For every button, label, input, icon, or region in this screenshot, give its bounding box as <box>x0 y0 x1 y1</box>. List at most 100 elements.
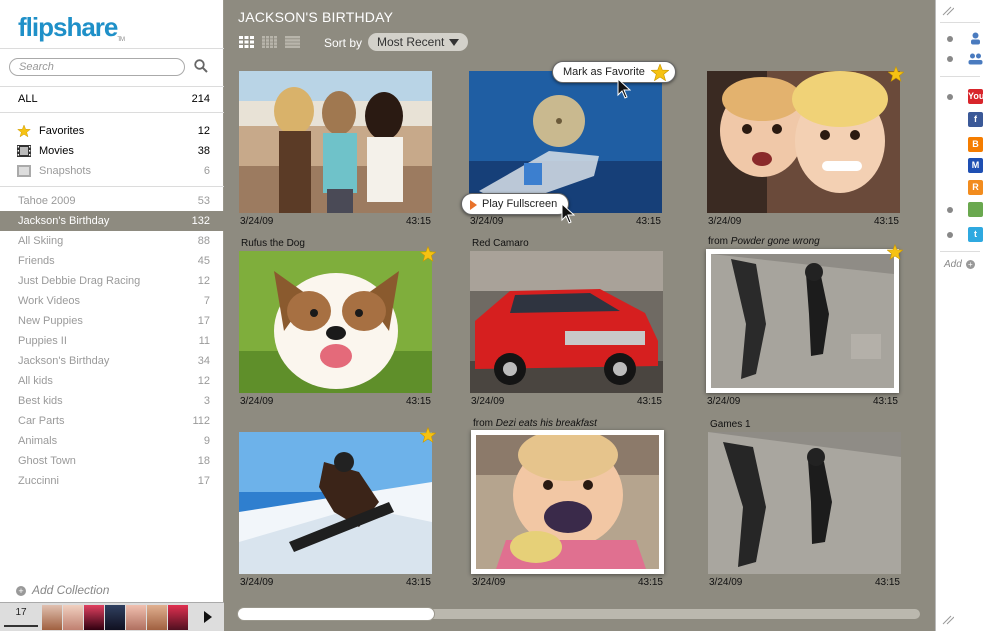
status-dot <box>947 94 953 100</box>
star-icon <box>17 125 31 137</box>
status-dot <box>947 207 953 213</box>
share-service[interactable]: B <box>946 137 983 153</box>
collection-item[interactable]: Ghost Town 18 <box>0 451 224 471</box>
photo-thumbnail[interactable] <box>469 71 662 213</box>
filmstrip-thumb[interactable] <box>147 605 167 630</box>
share-service[interactable]: f <box>946 112 983 128</box>
flipshare-logo: flipshareTM <box>18 12 125 43</box>
filmstrip-thumb[interactable] <box>105 605 125 630</box>
collection-item[interactable]: Zuccinni 17 <box>0 471 224 491</box>
photo-thumbnail[interactable] <box>239 71 432 213</box>
twitter-icon: t <box>968 227 983 242</box>
favorite-star-icon[interactable] <box>420 427 436 443</box>
filmstrip-thumb[interactable] <box>63 605 83 630</box>
photo-thumbnail[interactable] <box>706 249 899 393</box>
collection-item[interactable]: New Puppies 17 <box>0 311 224 331</box>
status-dot <box>947 36 953 42</box>
facebook-icon: f <box>968 112 983 127</box>
resize-grip-icon[interactable] <box>942 615 954 625</box>
collection-item[interactable]: Just Debbie Drag Racing 12 <box>0 271 224 291</box>
mouse-cursor-icon <box>617 78 631 99</box>
snapshot-icon <box>17 165 31 177</box>
share-service[interactable]: t <box>946 227 983 243</box>
search-icon[interactable] <box>193 58 209 74</box>
share-person[interactable] <box>946 31 980 47</box>
filmstrip-thumb[interactable] <box>42 605 62 630</box>
photo-thumbnail[interactable] <box>239 251 432 393</box>
blogger-icon: B <box>968 137 983 152</box>
collection-item[interactable]: Friends 45 <box>0 251 224 271</box>
favorite-star-icon[interactable] <box>887 244 903 260</box>
collection-item[interactable]: All Skiing 88 <box>0 231 224 251</box>
rss-icon: R <box>968 180 983 195</box>
divider <box>940 22 980 23</box>
library-all[interactable]: ALL 214 <box>0 89 224 109</box>
photo-thumbnail[interactable] <box>707 71 900 213</box>
favorite-star-icon[interactable] <box>888 66 904 82</box>
status-dot <box>947 56 953 62</box>
play-icon <box>470 200 477 210</box>
divider <box>940 251 980 252</box>
library-snapshots[interactable]: Snapshots 6 <box>0 161 224 181</box>
youtube-icon: You <box>968 89 983 104</box>
resize-grip-icon[interactable] <box>942 6 954 16</box>
myspace-icon: M <box>968 158 983 173</box>
favorite-star-icon[interactable] <box>420 246 436 262</box>
collection-item[interactable]: Jackson's Birthday 132 <box>0 211 224 231</box>
scrollbar-thumb[interactable] <box>237 607 435 621</box>
divider <box>0 86 224 87</box>
share-service[interactable]: R <box>946 180 983 196</box>
collection-item[interactable]: Best kids 3 <box>0 391 224 411</box>
collection-item[interactable]: Car Parts 112 <box>0 411 224 431</box>
group-icon <box>968 53 983 65</box>
collection-item[interactable]: Work Videos 7 <box>0 291 224 311</box>
photo-share-icon <box>968 202 983 217</box>
star-icon <box>651 64 669 81</box>
share-service[interactable]: M <box>946 158 983 174</box>
filmstrip-count[interactable]: 17 <box>4 607 38 627</box>
status-dot <box>947 232 953 238</box>
collection-item[interactable]: Puppies II 11 <box>0 331 224 351</box>
filmstrip: 17 <box>0 602 224 631</box>
person-icon <box>971 32 980 45</box>
sort-dropdown[interactable]: Most Recent <box>368 33 468 51</box>
filmstrip-thumb[interactable] <box>84 605 104 630</box>
plus-icon: + <box>16 586 26 596</box>
filmstrip-thumb[interactable] <box>168 605 188 630</box>
chevron-down-icon <box>449 39 459 46</box>
share-group[interactable] <box>946 51 983 67</box>
share-service[interactable]: You <box>946 89 983 105</box>
list-view-icon[interactable] <box>285 36 300 48</box>
library-favorites[interactable]: Favorites 12 <box>0 121 224 141</box>
share-service[interactable] <box>946 202 983 218</box>
add-share-button[interactable]: Add + <box>944 259 975 270</box>
page-title: JACKSON'S BIRTHDAY <box>238 9 394 25</box>
film-icon <box>17 145 31 157</box>
grid-large-icon[interactable] <box>239 36 254 48</box>
sidebar: flipshareTM Search ALL 214 Favorites 12 … <box>0 0 224 631</box>
search-input[interactable]: Search <box>9 58 185 76</box>
add-collection-button[interactable]: + Add Collection <box>16 583 109 597</box>
collection-item[interactable]: Tahoe 2009 53 <box>0 191 224 211</box>
collection-item[interactable]: All kids 12 <box>0 371 224 391</box>
mouse-cursor-icon <box>561 203 575 224</box>
sort-label: Sort by <box>324 36 363 50</box>
mark-as-favorite-tooltip[interactable]: Mark as Favorite <box>552 61 676 83</box>
photo-thumbnail[interactable] <box>470 251 663 393</box>
main-content: JACKSON'S BIRTHDAY Sort by Most Recent 3… <box>225 0 935 631</box>
play-fullscreen-tooltip[interactable]: Play Fullscreen <box>461 193 569 215</box>
filmstrip-thumb[interactable] <box>126 605 146 630</box>
divider <box>940 76 980 77</box>
grid-small-icon[interactable] <box>262 36 277 48</box>
collection-item[interactable]: Animals 9 <box>0 431 224 451</box>
photo-thumbnail[interactable] <box>239 432 432 574</box>
plus-icon: + <box>965 260 975 269</box>
photo-thumbnail[interactable] <box>708 432 901 574</box>
collection-item[interactable]: Jackson's Birthday 34 <box>0 351 224 371</box>
divider <box>0 186 224 187</box>
photo-thumbnail[interactable] <box>471 430 664 574</box>
play-arrow-icon[interactable] <box>204 611 212 623</box>
share-panel: You f B M Rt Add + <box>935 0 983 631</box>
divider <box>0 48 224 49</box>
library-movies[interactable]: Movies 38 <box>0 141 224 161</box>
